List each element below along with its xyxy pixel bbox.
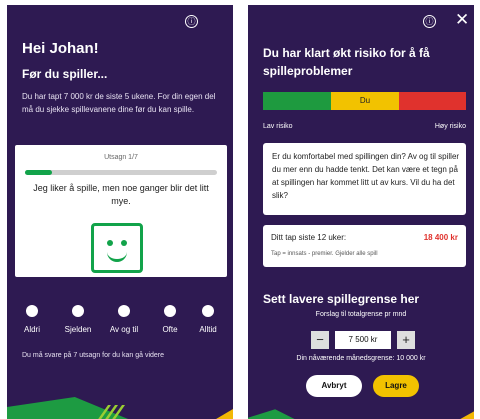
greeting-title: Hei Johan! bbox=[22, 40, 99, 57]
risk-segment-high bbox=[399, 92, 466, 110]
decorative-stripes bbox=[93, 400, 126, 419]
progress-fill bbox=[25, 170, 52, 175]
risk-segment-you: Du bbox=[331, 92, 399, 110]
answer-option-alltid[interactable] bbox=[202, 305, 214, 317]
answer-option-aldri[interactable] bbox=[26, 305, 38, 317]
increase-button[interactable]: + bbox=[397, 331, 415, 349]
loss-note: Tap = innsats - premier. Gjelder alle sp… bbox=[271, 251, 378, 257]
answer-option-av-og-til[interactable] bbox=[118, 305, 130, 317]
answer-label: Ofte bbox=[162, 325, 178, 334]
risk-result-screen: ⓘ ✕ Du har klart økt risiko for å få spi… bbox=[248, 5, 474, 419]
statement-counter: Utsagn 1/7 bbox=[104, 154, 138, 161]
progress-bar bbox=[25, 170, 217, 175]
save-button[interactable]: Lagre bbox=[373, 375, 419, 397]
current-limit-text: Din nåværende månedsgrense: 10 000 kr bbox=[296, 355, 426, 362]
intro-text: Du har tapt 7 000 kr de siste 5 ukene. F… bbox=[22, 92, 216, 114]
info-text: Er du komfortabel med spillingen din? Av… bbox=[272, 152, 460, 200]
loss-label: Ditt tap siste 12 uker: bbox=[271, 233, 347, 242]
info-card: Er du komfortabel med spillingen din? Av… bbox=[263, 143, 466, 215]
decorative-shape bbox=[248, 409, 305, 419]
risk-high-label: Høy risiko bbox=[434, 123, 466, 130]
answer-option-sjelden[interactable] bbox=[72, 305, 84, 317]
answer-label: Sjelden bbox=[64, 325, 92, 334]
info-icon[interactable]: ⓘ bbox=[423, 15, 436, 28]
answer-label: Aldri bbox=[23, 325, 41, 334]
risk-low-label: Lav risiko bbox=[263, 123, 293, 130]
statement-text: Jeg liker å spille, men noe ganger blir … bbox=[33, 183, 209, 206]
decrease-button[interactable]: − bbox=[311, 331, 329, 349]
loss-card: Ditt tap siste 12 uker: 18 400 kr Tap = … bbox=[263, 225, 466, 267]
limit-input[interactable]: 7 500 kr bbox=[335, 331, 391, 349]
info-icon[interactable]: ⓘ bbox=[185, 15, 198, 28]
risk-scale: Du bbox=[263, 92, 466, 110]
footer-note: Du må svare på 7 utsagn for du kan gå vi… bbox=[22, 352, 165, 359]
statement-card: Utsagn 1/7 Jeg liker å spille, men noe g… bbox=[15, 145, 227, 277]
risk-segment-low bbox=[263, 92, 331, 110]
cancel-button[interactable]: Avbryt bbox=[306, 375, 362, 397]
limit-heading: Sett lavere spillegrense her bbox=[263, 292, 420, 306]
limit-subtext: Forslag til totalgrense pr mnd bbox=[315, 311, 407, 318]
answer-label: Alltid bbox=[199, 325, 217, 334]
risk-heading: Du har klart økt risiko for å få spillep… bbox=[263, 46, 430, 78]
assessment-screen: ⓘ Hei Johan! Før du spiller... Du har ta… bbox=[7, 5, 233, 419]
answer-label: Av og til bbox=[109, 325, 139, 334]
smiley-face-icon bbox=[91, 223, 143, 273]
close-icon[interactable]: ✕ bbox=[455, 10, 469, 30]
loss-value: 18 400 kr bbox=[423, 233, 458, 242]
subheading: Før du spiller... bbox=[22, 67, 108, 81]
answer-option-ofte[interactable] bbox=[164, 305, 176, 317]
